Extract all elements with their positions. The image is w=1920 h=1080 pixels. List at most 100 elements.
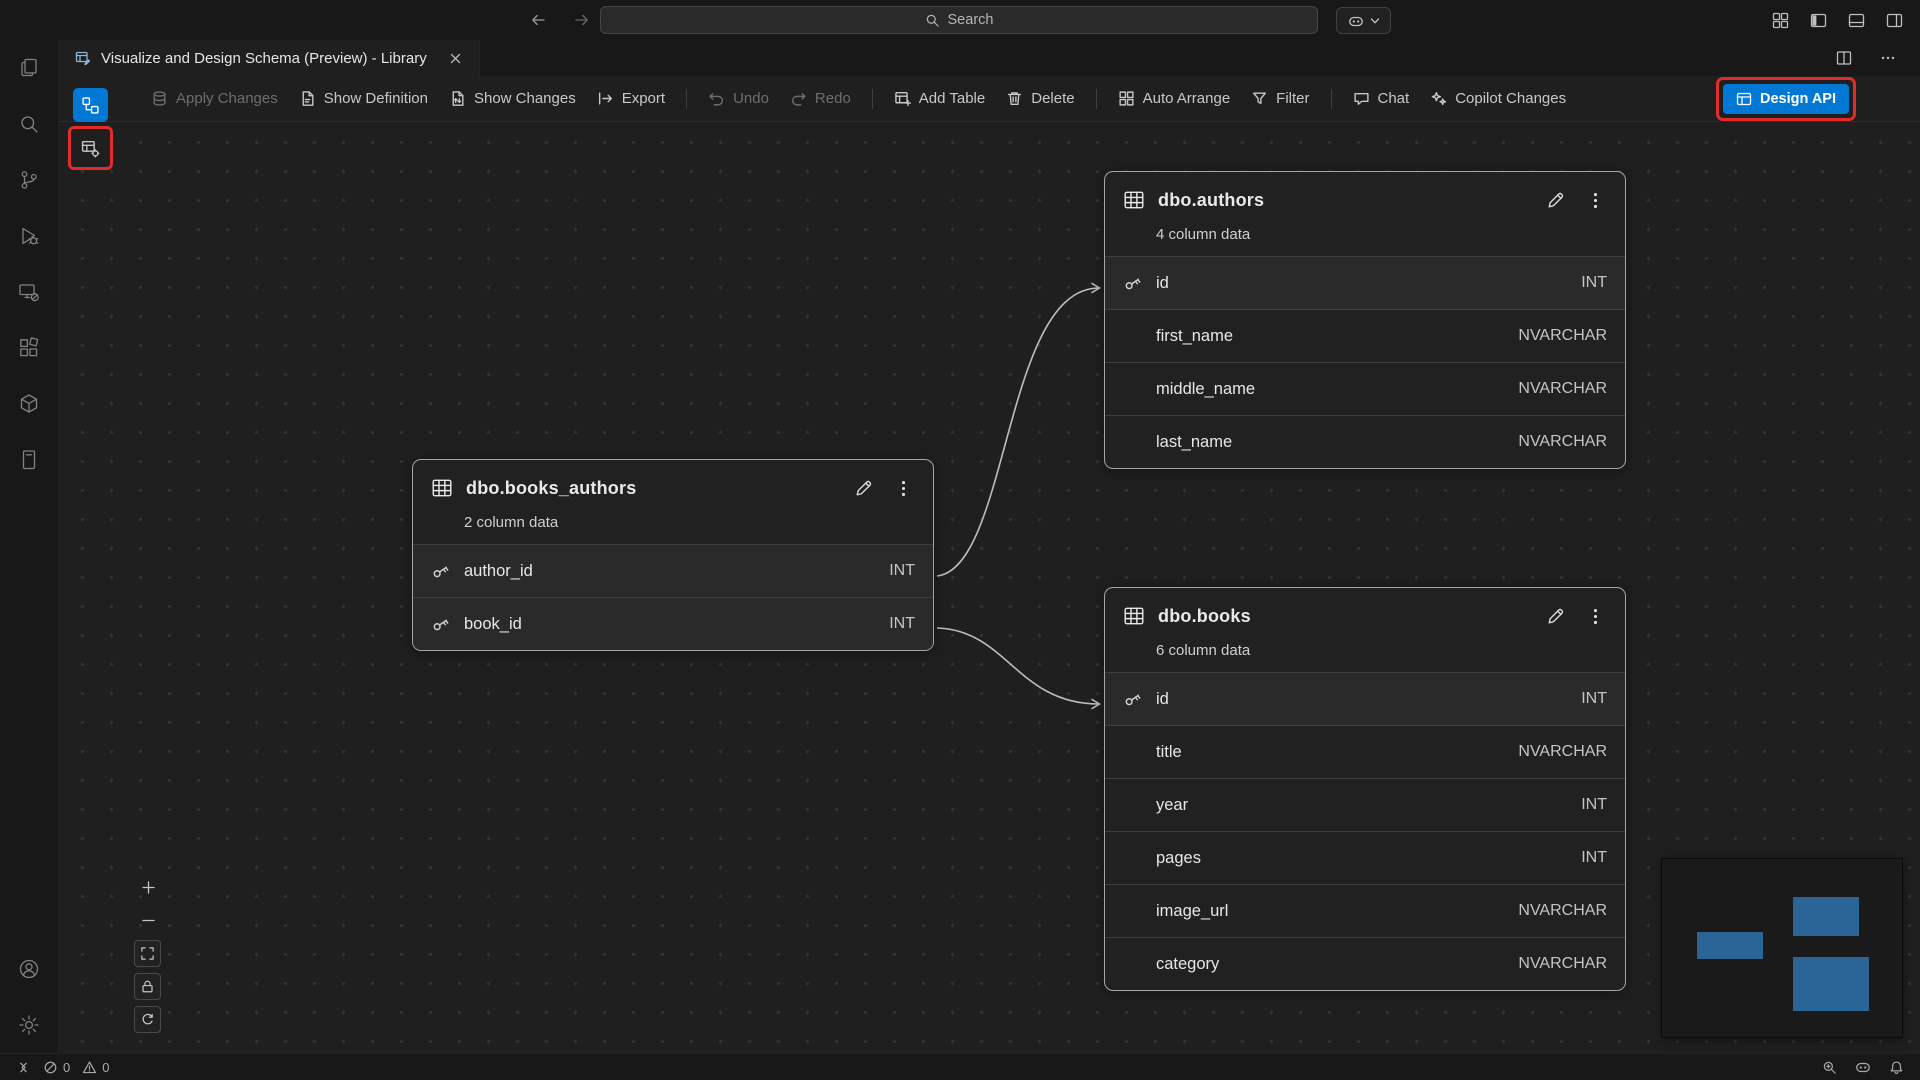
table-subtitle: 6 column data — [1156, 642, 1609, 659]
activity-bar — [0, 40, 59, 1053]
toolbar-add-table[interactable]: Add Table — [894, 90, 985, 107]
edit-table-icon[interactable] — [1545, 606, 1566, 627]
zoom-out-button[interactable] — [133, 907, 163, 934]
search-placeholder: Search — [948, 12, 994, 28]
schema-canvas[interactable]: dbo.books_authors 2 column data author_i… — [59, 122, 1920, 1053]
edit-table-icon[interactable] — [1545, 190, 1566, 211]
apply-changes-icon — [151, 90, 168, 107]
more-actions-button[interactable] — [1874, 45, 1902, 71]
table-grid-icon — [1123, 189, 1145, 211]
customize-layout-button[interactable] — [1766, 7, 1794, 33]
table-more-menu-icon[interactable] — [1586, 607, 1605, 626]
activity-search[interactable] — [0, 96, 59, 152]
undo-icon — [708, 90, 725, 107]
copilot-icon — [1348, 13, 1364, 29]
problems-errors[interactable]: 0 — [37, 1054, 76, 1080]
table-column-row[interactable]: id INT — [1105, 256, 1625, 309]
activity-account[interactable] — [0, 941, 59, 997]
app-window: Search — [0, 0, 1920, 1080]
problems-warnings[interactable]: 0 — [76, 1054, 115, 1080]
toggle-panel-button[interactable] — [1842, 7, 1870, 33]
table-column-row[interactable]: category NVARCHAR — [1105, 937, 1625, 990]
toolbar-filter[interactable]: Filter — [1251, 90, 1309, 107]
tab-close-button[interactable] — [445, 47, 467, 69]
account-icon — [17, 957, 41, 981]
toolbar-show-definition[interactable]: Show Definition — [299, 90, 428, 107]
search-input[interactable]: Search — [600, 6, 1318, 34]
design-api-icon — [1736, 91, 1752, 107]
notifications-button[interactable] — [1883, 1060, 1910, 1075]
edge-books-authors-to-authors[interactable] — [937, 288, 1099, 576]
table-column-row[interactable]: id INT — [1105, 672, 1625, 725]
table-column-row[interactable]: author_id INT — [413, 544, 933, 597]
toolbar-copilot-changes[interactable]: Copilot Changes — [1430, 90, 1566, 107]
fit-view-button[interactable] — [134, 940, 161, 967]
table-more-menu-icon[interactable] — [1586, 191, 1605, 210]
toolbar-export[interactable]: Export — [597, 90, 665, 107]
table-node-header: dbo.authors 4 column data — [1105, 172, 1625, 243]
toolbar-auto-arrange[interactable]: Auto Arrange — [1118, 90, 1231, 107]
design-api-button[interactable]: Design API — [1723, 84, 1849, 114]
table-column-row[interactable]: middle_name NVARCHAR — [1105, 362, 1625, 415]
copilot-chat-dropdown[interactable] — [1336, 7, 1391, 34]
minimap[interactable] — [1662, 859, 1902, 1037]
activity-source-control[interactable] — [0, 152, 59, 208]
activity-database-projects[interactable] — [0, 432, 59, 488]
toolbar-chat[interactable]: Chat — [1353, 90, 1410, 107]
schema-designer-view-button[interactable] — [73, 88, 108, 122]
toolbar-separator — [686, 89, 687, 109]
table-node[interactable]: dbo.books 6 column data id INT title NVA… — [1104, 587, 1626, 991]
forward-button[interactable] — [568, 7, 596, 33]
filter-icon — [1251, 90, 1268, 107]
auto-arrange-icon — [1118, 90, 1135, 107]
tab-visualize-schema[interactable]: Visualize and Design Schema (Preview) - … — [59, 40, 480, 76]
table-column-row[interactable]: first_name NVARCHAR — [1105, 309, 1625, 362]
activity-explorer[interactable] — [0, 40, 59, 96]
ellipsis-icon — [1880, 50, 1896, 66]
edge-books-authors-to-books[interactable] — [937, 628, 1099, 704]
toolbar-show-changes[interactable]: Show Changes — [449, 90, 576, 107]
table-rows: author_id INT book_id INT — [413, 544, 933, 650]
table-column-row[interactable]: pages INT — [1105, 831, 1625, 884]
activity-database[interactable] — [0, 376, 59, 432]
activity-run-debug[interactable] — [0, 208, 59, 264]
toolbar-undo[interactable]: Undo — [708, 90, 769, 107]
activity-remote-explorer[interactable] — [0, 264, 59, 320]
search-icon — [925, 13, 940, 28]
filter-label: Filter — [1276, 90, 1309, 107]
table-column-row[interactable]: image_url NVARCHAR — [1105, 884, 1625, 937]
edit-table-icon[interactable] — [853, 478, 874, 499]
toggle-secondary-sidebar-button[interactable] — [1880, 7, 1908, 33]
titlebar: Search — [0, 0, 1920, 40]
remote-indicator[interactable] — [10, 1054, 37, 1080]
back-button[interactable] — [524, 7, 552, 33]
table-node[interactable]: dbo.books_authors 2 column data author_i… — [412, 459, 934, 651]
activity-extensions[interactable] — [0, 320, 59, 376]
toggle-primary-sidebar-button[interactable] — [1804, 7, 1832, 33]
split-editor-button[interactable] — [1830, 45, 1858, 71]
copilot-status-button[interactable] — [1849, 1059, 1877, 1075]
table-column-row[interactable]: year INT — [1105, 778, 1625, 831]
table-designer-view-button[interactable] — [73, 131, 108, 165]
table-name: dbo.books — [1158, 606, 1532, 627]
table-column-row[interactable]: book_id INT — [413, 597, 933, 650]
zoom-in-button[interactable] — [133, 874, 163, 901]
column-name: id — [1156, 690, 1568, 709]
table-column-row[interactable]: title NVARCHAR — [1105, 725, 1625, 778]
table-subtitle: 2 column data — [464, 514, 917, 531]
designer-toolbar: Apply Changes Show Definition Show Chang… — [59, 76, 1920, 122]
redo-label: Redo — [815, 90, 851, 107]
table-name: dbo.books_authors — [466, 478, 840, 499]
table-node[interactable]: dbo.authors 4 column data id INT first_n… — [1104, 171, 1626, 469]
reset-view-button[interactable] — [134, 1006, 161, 1033]
lock-view-button[interactable] — [134, 973, 161, 1000]
table-column-row[interactable]: last_name NVARCHAR — [1105, 415, 1625, 468]
close-icon — [449, 52, 462, 65]
toolbar-redo[interactable]: Redo — [790, 90, 851, 107]
activity-settings[interactable] — [0, 997, 59, 1053]
toolbar-apply-changes[interactable]: Apply Changes — [151, 90, 278, 107]
table-more-menu-icon[interactable] — [894, 479, 913, 498]
toolbar-delete[interactable]: Delete — [1006, 90, 1074, 107]
zoom-status-button[interactable] — [1816, 1060, 1843, 1075]
schema-designer-icon — [75, 50, 91, 66]
